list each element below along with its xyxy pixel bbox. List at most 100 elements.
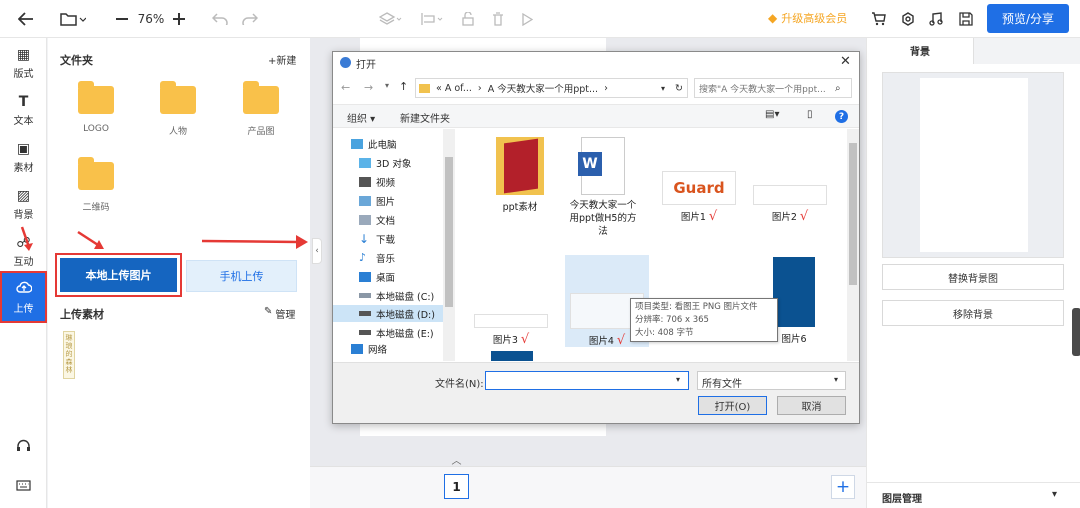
tree-label: 音乐 bbox=[376, 253, 396, 265]
tree-desktop[interactable]: 桌面 bbox=[359, 268, 395, 285]
video-icon bbox=[359, 176, 371, 187]
lock-icon[interactable] bbox=[460, 9, 476, 29]
redo-icon[interactable] bbox=[240, 9, 260, 29]
cube-icon bbox=[359, 157, 371, 168]
new-folder-link[interactable]: +新建 bbox=[268, 52, 296, 67]
preview-pane-icon[interactable]: ▯ bbox=[807, 109, 813, 120]
grid-scroll-thumb[interactable] bbox=[849, 143, 857, 285]
local-upload-button[interactable]: 本地上传图片 bbox=[55, 253, 182, 297]
nav-text[interactable]: T 文本 bbox=[0, 89, 47, 133]
tree-documents[interactable]: 文档 bbox=[359, 211, 395, 228]
layers-icon[interactable] bbox=[377, 9, 405, 29]
settings-icon[interactable] bbox=[899, 9, 917, 29]
cancel-button[interactable]: 取消 bbox=[777, 396, 846, 415]
zoom-in-icon[interactable] bbox=[171, 9, 187, 29]
file-image-2[interactable]: 图片2 √ bbox=[749, 185, 831, 224]
breadcrumb-item[interactable]: « A of... bbox=[436, 83, 472, 94]
replace-background-button[interactable]: 替换背景图 bbox=[882, 264, 1064, 290]
address-bar[interactable]: « A of... › A 今天教大家一个用ppt... › ▾ ↻ bbox=[415, 78, 688, 98]
file-label: 图片1 bbox=[680, 212, 706, 223]
nav-background[interactable]: ▨ 背景 bbox=[0, 183, 47, 227]
recent-dropdown-icon[interactable]: ▾ bbox=[385, 81, 389, 90]
folder-label: LOGO bbox=[83, 124, 109, 134]
file-grid: ppt素材 W 今天教大家一个用ppt做H5的方法 Guard 图片1 √ 图片… bbox=[456, 129, 859, 361]
page-thumbnail-1[interactable]: 1 bbox=[444, 474, 469, 499]
folder-qrcode[interactable]: 二维码 bbox=[66, 157, 126, 213]
view-options-icon[interactable]: ▤▾ bbox=[765, 109, 779, 120]
download-icon: ↓ bbox=[359, 231, 370, 246]
folder-logo[interactable]: LOGO bbox=[66, 81, 126, 134]
tree-music[interactable]: ♪ 音乐 bbox=[359, 249, 395, 266]
tree-drive-c[interactable]: 本地磁盘 (C:) bbox=[359, 287, 434, 304]
tree-downloads[interactable]: ↓ 下载 bbox=[359, 230, 395, 247]
search-field[interactable]: 搜索"A 今天教大家一个用ppt... ⌕ bbox=[694, 78, 852, 98]
file-image-3[interactable]: 图片3 √ bbox=[470, 314, 552, 347]
undo-icon[interactable] bbox=[210, 9, 230, 29]
chevron-up-icon[interactable]: ︿ bbox=[449, 452, 464, 467]
organize-button[interactable]: 组织 ▾ bbox=[347, 110, 375, 125]
preview-share-button[interactable]: 预览/分享 bbox=[987, 4, 1069, 33]
help-icon[interactable]: ? bbox=[835, 110, 848, 123]
dialog-title: 打开 bbox=[356, 60, 376, 71]
tree-videos[interactable]: 视频 bbox=[359, 173, 395, 190]
phone-upload-button[interactable]: 手机上传 bbox=[186, 260, 297, 292]
save-icon[interactable] bbox=[957, 9, 975, 29]
background-preview-page bbox=[920, 78, 1028, 252]
remove-background-button[interactable]: 移除背景 bbox=[882, 300, 1064, 326]
nav-forward-icon[interactable]: → bbox=[364, 81, 373, 94]
collapse-panel-toggle[interactable]: ‹ bbox=[312, 238, 322, 264]
folder-small-icon bbox=[419, 83, 430, 93]
refresh-icon[interactable]: ↻ bbox=[675, 83, 683, 94]
back-arrow-icon[interactable] bbox=[14, 9, 38, 29]
upgrade-vip-link[interactable]: ◆ 升级高级会员 bbox=[768, 10, 847, 26]
tree-scrollbar[interactable] bbox=[443, 129, 455, 361]
address-dropdown-icon[interactable]: ▾ bbox=[661, 84, 665, 93]
nav-layout[interactable]: ▦ 版式 bbox=[0, 42, 47, 86]
uploads-title: 上传素材 bbox=[60, 308, 104, 321]
tree-drive-e[interactable]: 本地磁盘 (E:) bbox=[359, 324, 434, 341]
manage-label: 管理 bbox=[275, 310, 296, 321]
nav-up-icon[interactable]: ↑ bbox=[399, 80, 408, 93]
filename-dropdown-icon[interactable]: ▾ bbox=[676, 375, 680, 384]
nav-back-icon[interactable]: ← bbox=[341, 81, 350, 94]
drive-icon bbox=[359, 330, 371, 335]
tree-network[interactable]: 网络 bbox=[351, 344, 387, 354]
filetype-select[interactable]: 所有文件 ▾ bbox=[697, 371, 846, 390]
music-icon[interactable] bbox=[927, 9, 945, 29]
zoom-out-icon[interactable] bbox=[114, 9, 130, 29]
file-word-doc[interactable]: W 今天教大家一个用ppt做H5的方法 bbox=[563, 137, 643, 238]
tree-this-pc[interactable]: 此电脑 bbox=[351, 135, 397, 152]
file-image-1[interactable]: Guard 图片1 √ bbox=[658, 171, 740, 224]
cart-icon[interactable] bbox=[869, 9, 887, 29]
open-button[interactable]: 打开(O) bbox=[698, 396, 767, 415]
side-widget-handle[interactable] bbox=[1072, 308, 1080, 356]
tree-3d[interactable]: 3D 对象 bbox=[359, 154, 411, 171]
uploaded-thumbnail[interactable]: 琳琅的森林 bbox=[63, 331, 75, 379]
folder-people[interactable]: 人物 bbox=[148, 81, 208, 137]
align-icon[interactable] bbox=[418, 9, 446, 29]
close-icon[interactable]: ✕ bbox=[840, 54, 851, 69]
layers-bar[interactable]: 图层管理 ▾ bbox=[867, 482, 1080, 508]
keyboard-icon[interactable] bbox=[0, 470, 47, 500]
folder-menu-icon[interactable] bbox=[58, 9, 88, 29]
new-folder-button[interactable]: 新建文件夹 bbox=[400, 110, 450, 125]
tree-label: 下载 bbox=[376, 234, 396, 246]
tree-drive-d[interactable]: 本地磁盘 (D:) bbox=[333, 305, 445, 322]
filename-input[interactable]: ▾ bbox=[485, 371, 689, 390]
breadcrumb-item[interactable]: A 今天教大家一个用ppt... bbox=[488, 81, 598, 95]
tab-background[interactable]: 背景 bbox=[867, 38, 973, 64]
word-glyph: W bbox=[578, 152, 602, 176]
play-icon[interactable] bbox=[519, 9, 535, 29]
delete-icon[interactable] bbox=[490, 9, 506, 29]
help-icon[interactable] bbox=[0, 431, 47, 461]
tree-pictures[interactable]: 图片 bbox=[359, 192, 395, 209]
folder-products[interactable]: 产品图 bbox=[231, 81, 291, 137]
nav-materials[interactable]: ▣ 素材 bbox=[0, 136, 47, 180]
tree-scroll-thumb[interactable] bbox=[445, 157, 453, 307]
network-icon bbox=[351, 344, 363, 354]
add-page-button[interactable]: + bbox=[831, 475, 855, 499]
grid-scrollbar[interactable] bbox=[847, 129, 859, 361]
manage-link[interactable]: ✎ 管理 bbox=[264, 306, 295, 321]
file-ppt-materials[interactable]: ppt素材 bbox=[480, 137, 560, 213]
folder-icon bbox=[78, 81, 114, 114]
